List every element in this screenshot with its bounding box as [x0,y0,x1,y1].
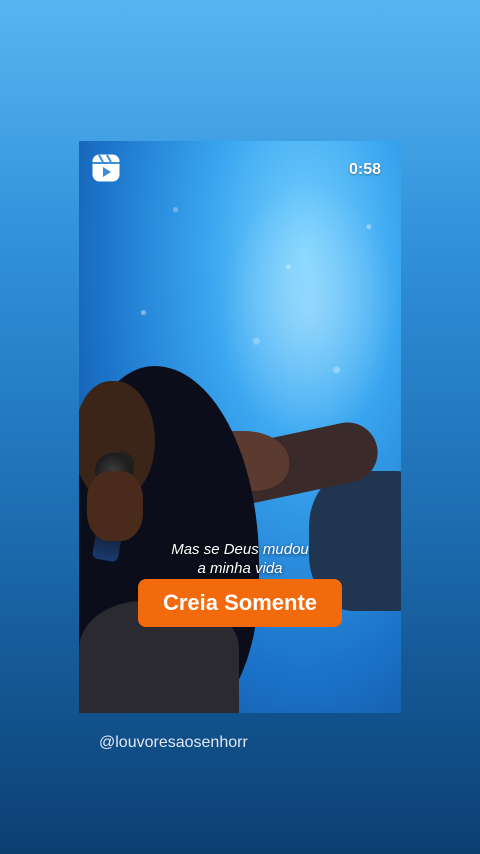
story-card[interactable]: 0:58 Mas se Deus mudou a minha vida Crei… [79,141,401,713]
stage-haze [219,181,399,441]
singer-hand [87,471,143,541]
caption-line-1: Mas se Deus mudou [171,541,309,558]
video-timer: 0:58 [348,161,381,178]
lyric-caption: Mas se Deus mudou a minha vida [79,540,401,578]
reels-icon[interactable] [91,153,121,183]
caption-line-2: a minha vida [197,560,283,577]
username-link[interactable]: @louvoresaosenhorr [99,734,248,752]
highlight-title: Creia Somente [138,579,342,627]
